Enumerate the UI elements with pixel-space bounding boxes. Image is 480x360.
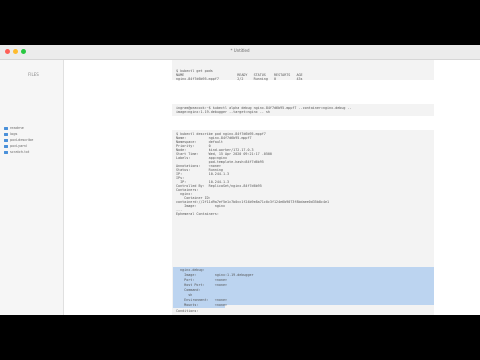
code-line: Environment: <none>: [176, 298, 228, 302]
sidebar-item-scratch[interactable]: scratch.txt: [4, 150, 29, 154]
title-bar: * Untitled: [0, 45, 480, 60]
sidebar-title: FILES: [28, 72, 39, 77]
sidebar-item-label: logs: [10, 132, 18, 136]
window-title: * Untitled: [230, 48, 250, 53]
code-line: Image: nginx:1.19-debugger: [176, 273, 254, 277]
sidebar: FILES readme logs pod-describe pod-yaml …: [0, 60, 64, 315]
sidebar-item-readme[interactable]: readme: [4, 126, 24, 130]
sidebar-item-label: readme: [10, 126, 24, 130]
code-block-get-pods: $ kubectl get pods NAME READY STATUS RES…: [172, 60, 434, 81]
code-line: Mounts: <none>: [176, 303, 228, 307]
sidebar-item-label: pod-describe: [10, 138, 34, 142]
file-icon: [4, 144, 8, 148]
editor-content[interactable]: $ kubectl get pods NAME READY STATUS RES…: [64, 60, 480, 315]
folder-icon: [4, 132, 8, 136]
code-line: Conditions:: [176, 309, 199, 313]
code-line: image=nginx:1.19-debugger --target=nginx…: [176, 110, 270, 114]
sidebar-item-label: pod-yaml: [10, 144, 27, 148]
sidebar-item-logs[interactable]: logs: [4, 132, 17, 136]
sidebar-item-pod-yaml[interactable]: pod-yaml: [4, 144, 27, 148]
code-line: Command:: [176, 288, 201, 292]
code-line: Port: <none>: [176, 278, 228, 282]
sidebar-item-pod-describe[interactable]: pod-describe: [4, 138, 33, 142]
code-line: Ephemeral Containers:: [176, 212, 219, 216]
code-line: Image: nginx: [176, 204, 225, 208]
code-line: sh: [176, 293, 193, 297]
code-line: nginx-84f7d6b95-mppf7 2/2 Running 0 43s: [176, 77, 303, 81]
code-line: Host Port: <none>: [176, 283, 228, 287]
sidebar-item-label: scratch.txt: [10, 150, 30, 154]
file-icon: [4, 138, 8, 142]
code-block-debug: ingram@peacock:~$ kubectl alpha debug ng…: [172, 104, 434, 116]
file-icon: [4, 150, 8, 154]
file-icon: [4, 126, 8, 130]
code-line: nginx-debug:: [176, 268, 205, 272]
editor-window: * Untitled FILES readme logs pod-describ…: [0, 45, 480, 315]
